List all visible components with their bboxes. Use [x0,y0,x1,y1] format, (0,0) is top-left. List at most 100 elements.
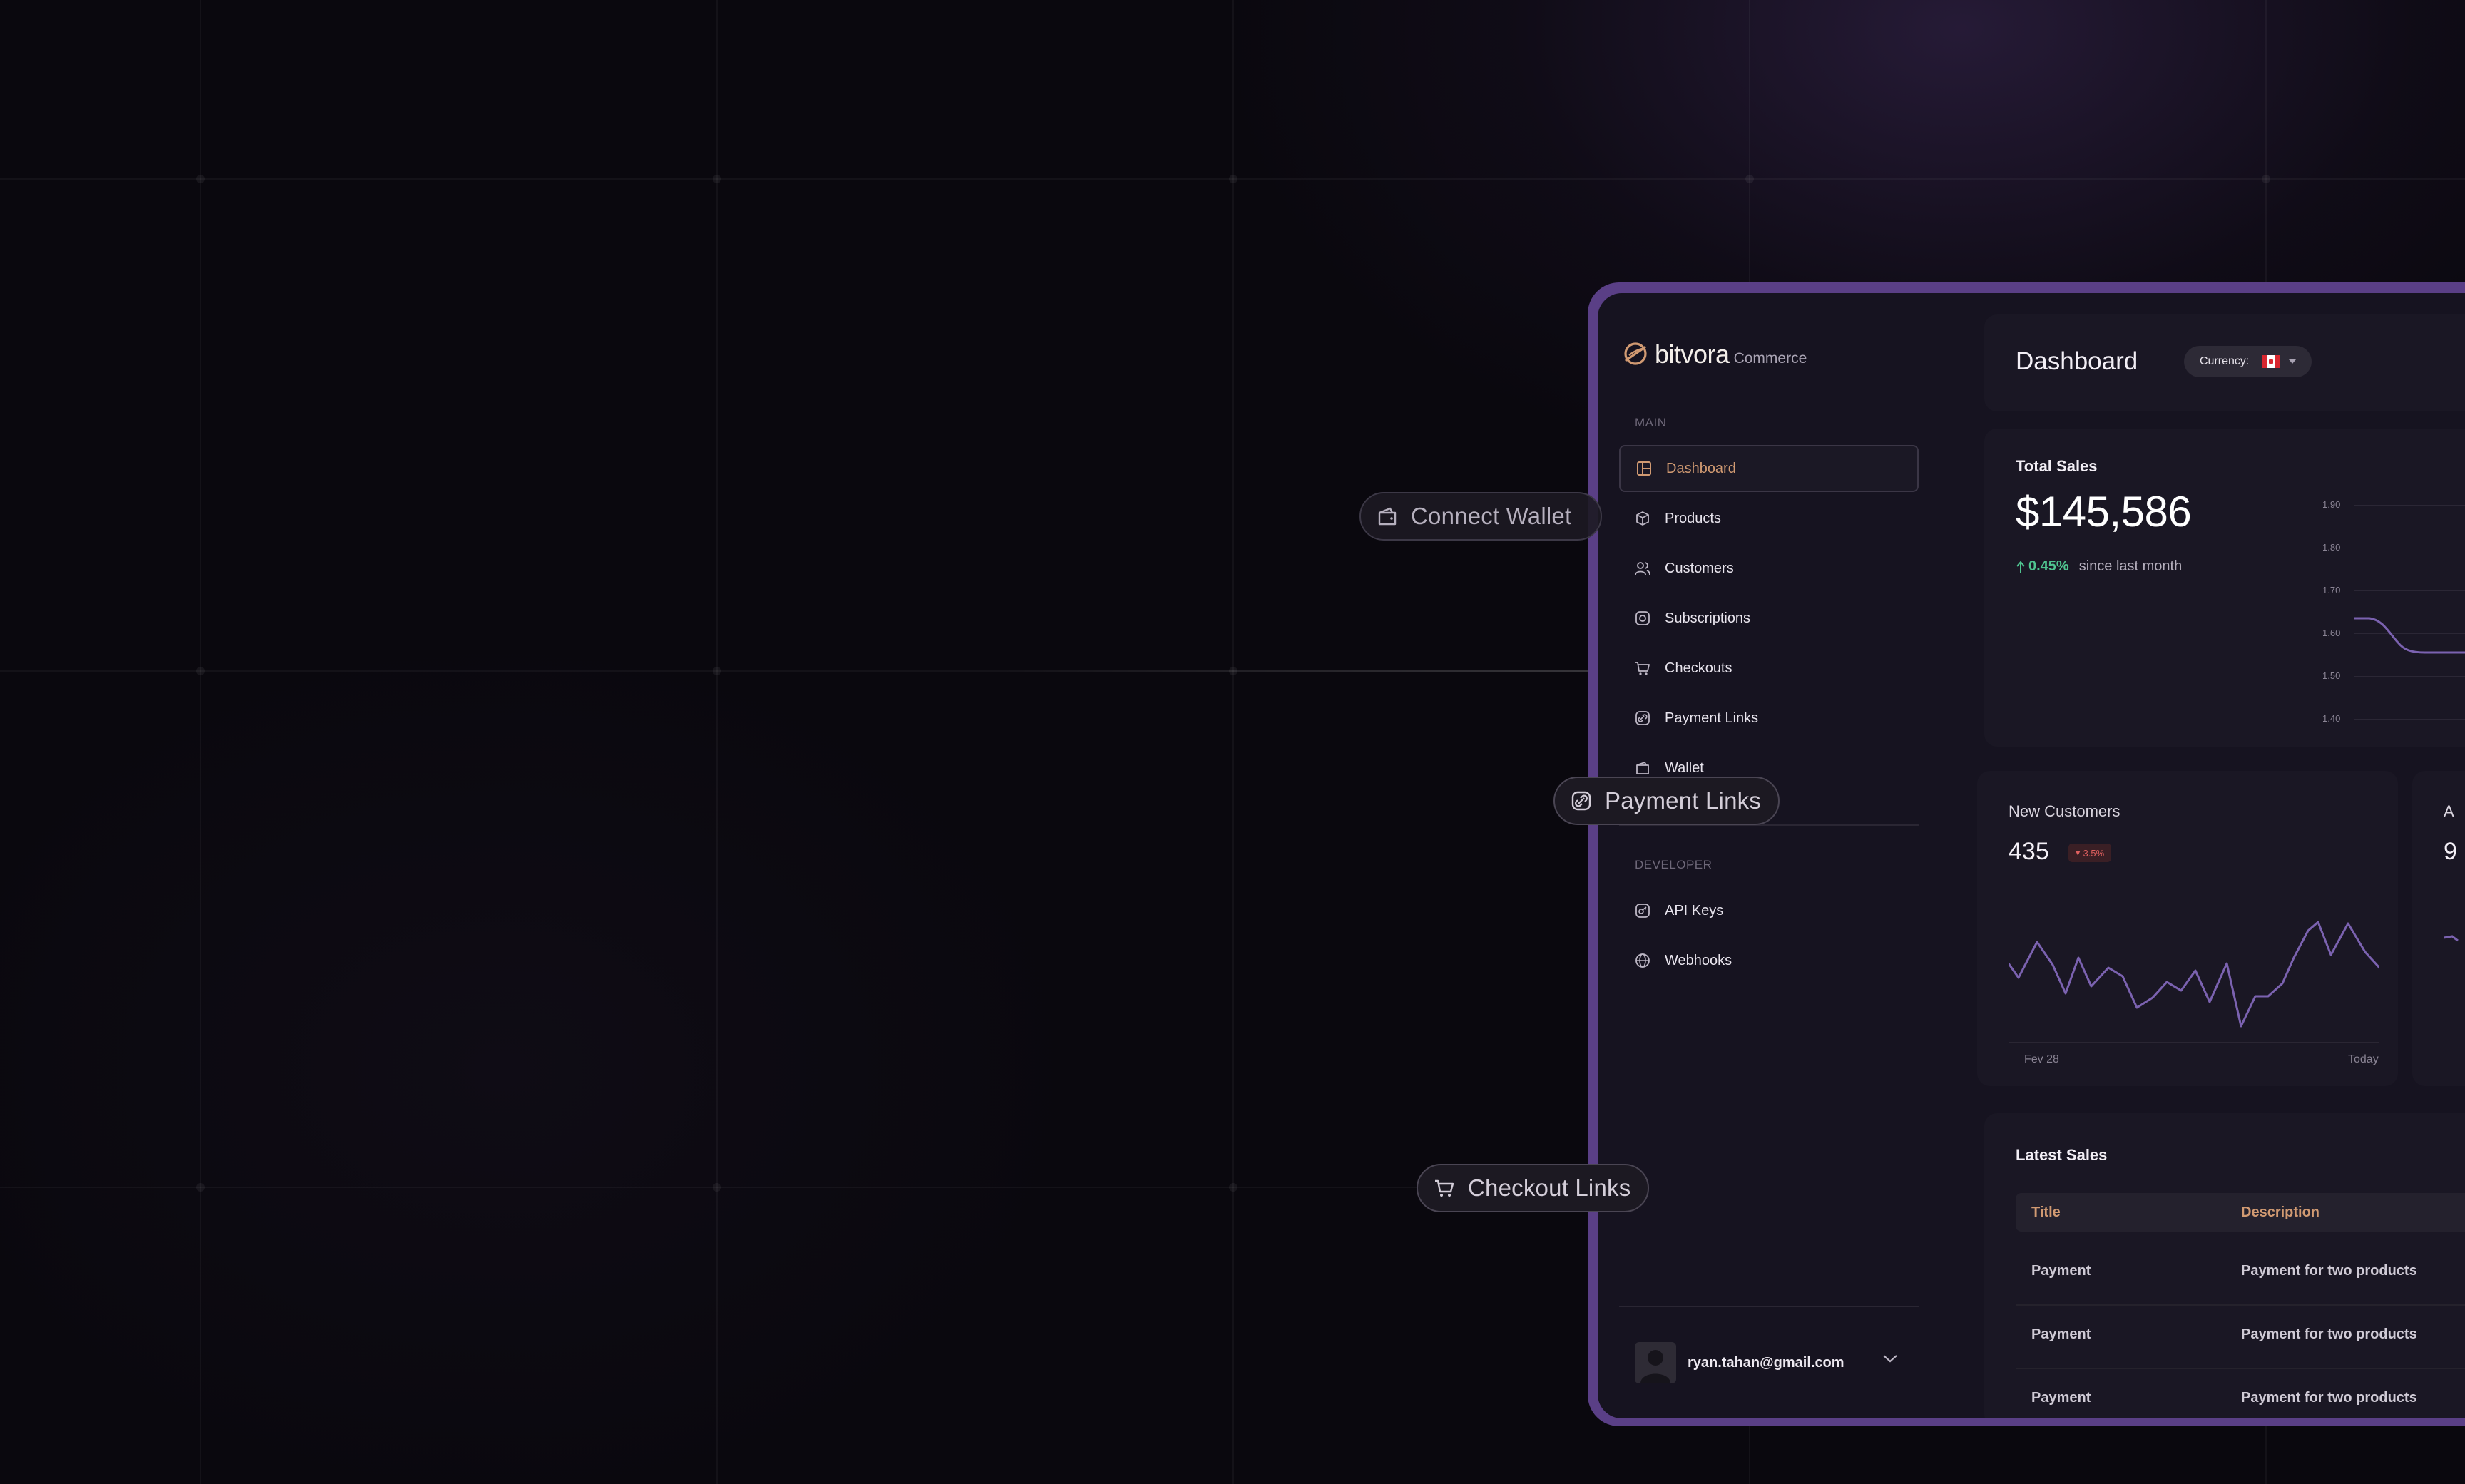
cell-description: Payment for two products [2241,1390,2417,1406]
table-header: Title Description [2016,1193,2465,1232]
cart-icon [1432,1176,1456,1200]
grid-dot [1229,175,1237,183]
grid-dot [1745,175,1754,183]
grid-dot [196,175,205,183]
x-start-label: Fev 28 [2024,1053,2059,1065]
sidebar-item-label: Webhooks [1665,952,1732,968]
connect-wallet-pill[interactable]: Connect Wallet [1359,492,1602,541]
link-icon [1633,709,1652,727]
brand-logo[interactable]: bitvora Commerce [1622,336,1807,369]
y-tick-label: 1.90 [2322,499,2341,510]
app-window: bitvora Commerce MAIN Dashboard Products… [1598,293,2465,1418]
link-icon [1569,789,1593,813]
bitvora-logo-icon [1624,342,1647,365]
change-period: since last month [2078,558,2183,574]
grid-dot [713,1183,721,1192]
canada-flag-icon [2262,355,2281,368]
change-percent: 0.45% [2028,558,2069,574]
grid-dot [713,667,721,675]
sidebar-item-label: Wallet [1665,759,1704,776]
cell-description: Payment for two products [2241,1326,2417,1342]
table-row[interactable]: Payment Payment for two products [2016,1242,2465,1306]
box-icon [1633,509,1652,528]
latest-sales-card: Latest Sales Title Description Payment P… [1984,1113,2465,1418]
grid-line [716,0,718,1484]
new-customers-value: 435 [2009,838,2049,865]
cell-title: Payment [2031,1390,2091,1406]
grid-dot [1229,1183,1237,1192]
grid-line [200,0,201,1484]
grid-dot [196,1183,205,1192]
badge-value: 3.5% [2083,847,2105,859]
cart-icon [1633,659,1652,677]
sidebar-item-label: API Keys [1665,902,1724,918]
y-tick-label: 1.80 [2322,542,2341,553]
user-menu[interactable]: ryan.tahan@gmail.com [1619,1334,1919,1391]
gridline [2354,590,2465,591]
pill-label: Payment Links [1605,787,1762,814]
secondary-metric-card: A 9 [2412,771,2465,1086]
y-tick-label: 1.50 [2322,670,2341,681]
connector-line [999,670,1605,672]
developer-section-label: DEVELOPER [1635,858,1713,871]
arrow-up-icon [2016,560,2025,573]
sidebar-item-products[interactable]: Products [1619,495,1919,542]
chart-baseline [2009,1042,2379,1043]
cell-title: Payment [2031,1263,2091,1279]
table-row[interactable]: Payment Payment for two products [2016,1305,2465,1369]
caret-down-icon [2289,359,2297,364]
chevron-down-icon[interactable] [1882,1353,1899,1364]
main-content: Dashboard Currency: Total Sales $145,586… [1977,293,2465,1418]
sidebar-divider [1619,1306,1919,1307]
currency-label: Currency: [2200,355,2250,367]
sidebar-item-label: Payment Links [1665,710,1759,726]
sidebar-item-webhooks[interactable]: Webhooks [1619,937,1919,984]
table-row[interactable]: Payment Payment for two products [2016,1368,2465,1418]
key-icon [1633,901,1652,920]
total-sales-value: $145,586 [2016,488,2192,536]
avatar [1635,1342,1676,1383]
total-sales-card: Total Sales $145,586 0.45% since last mo… [1984,429,2465,747]
total-sales-line [2354,617,2465,654]
grid-dot [713,175,721,183]
column-header-description[interactable]: Description [2241,1204,2319,1221]
wallet-icon [1375,504,1399,528]
sidebar-item-label: Dashboard [1666,460,1736,476]
sidebar-item-customers[interactable]: Customers [1619,545,1919,592]
column-header-title[interactable]: Title [2031,1204,2061,1221]
page-title: Dashboard [2016,347,2138,375]
y-tick-label: 1.70 [2322,585,2341,595]
sidebar-item-checkouts[interactable]: Checkouts [1619,645,1919,692]
pill-label: Checkout Links [1468,1175,1631,1201]
latest-sales-title: Latest Sales [2016,1146,2108,1164]
main-section-label: MAIN [1635,416,1667,429]
new-customers-title: New Customers [2009,802,2120,820]
checkout-links-pill[interactable]: Checkout Links [1417,1164,1650,1212]
secondary-metric-value: 9 [2444,838,2457,865]
sidebar-item-dashboard[interactable]: Dashboard [1619,445,1919,492]
dashboard-icon [1635,459,1653,478]
cell-title: Payment [2031,1326,2091,1342]
new-customers-sparkline [2009,921,2379,1028]
currency-selector[interactable]: Currency: [2184,346,2312,377]
gridline [2354,719,2465,720]
x-end-label: Today [2348,1053,2379,1065]
top-bar: Dashboard Currency: [1984,314,2465,411]
brand-suffix: Commerce [1733,350,1807,367]
sidebar-item-api-keys[interactable]: API Keys [1619,887,1919,934]
sidebar-item-label: Subscriptions [1665,610,1751,626]
payment-links-pill[interactable]: Payment Links [1553,777,1780,825]
change-badge: ▾ 3.5% [2068,844,2112,862]
sidebar-item-payment-links[interactable]: Payment Links [1619,695,1919,742]
grid-dot [2262,175,2270,183]
grid-line [1232,0,1234,1484]
total-sales-title: Total Sales [2016,457,2098,475]
secondary-metric-title: A [2444,802,2454,820]
y-tick-label: 1.60 [2322,628,2341,638]
gridline [2354,505,2465,506]
sidebar-item-label: Products [1665,510,1721,526]
user-email: ryan.tahan@gmail.com [1688,1354,1844,1371]
sidebar-item-subscriptions[interactable]: Subscriptions [1619,595,1919,642]
wallet-icon [1633,759,1652,777]
sidebar-item-label: Checkouts [1665,660,1732,676]
